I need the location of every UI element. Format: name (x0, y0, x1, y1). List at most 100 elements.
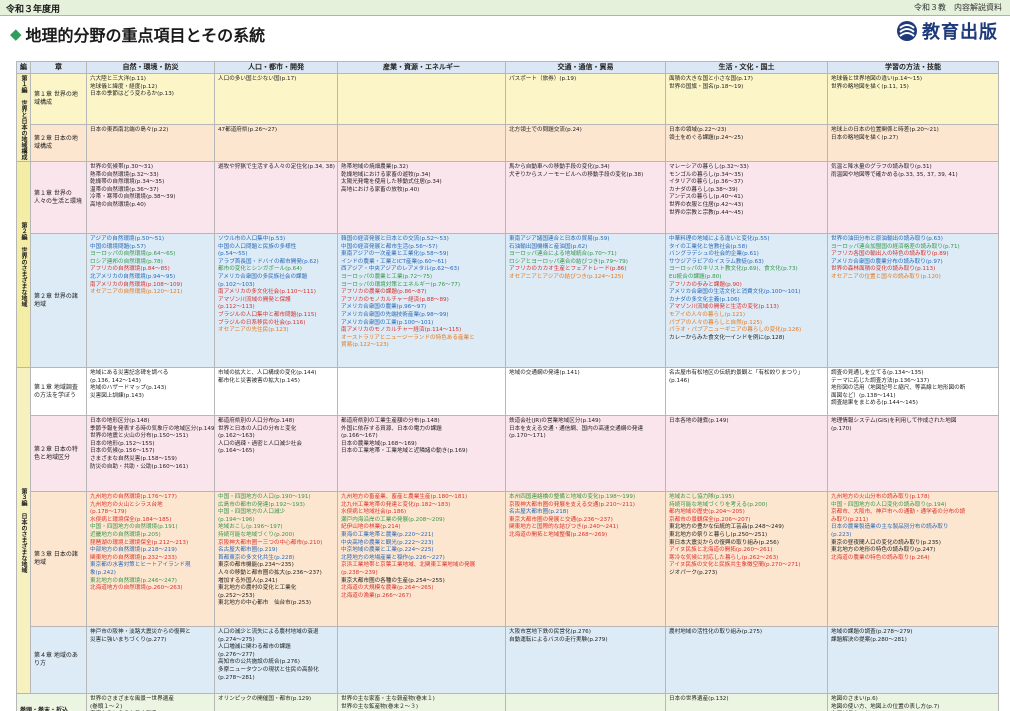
cell-line: EU統合の課題(p.80) (669, 273, 722, 280)
cell-line: 日本の農業製造業の主な製品別分布の読み取り (831, 524, 949, 531)
cell-line: 日本の工業地帯・工業地域と近隣諸の動き(p.169) (341, 448, 468, 455)
cell-line: 九州地方の火山分布の読み取り(p.178) (831, 494, 930, 500)
hen-3-label: 第３編 日本のさまざまな地域 (16, 367, 31, 694)
cell-line: ヨーロッパ連合による地域統合(p.70～71) (509, 251, 617, 258)
cell-transport: 大阪市営地下鉄の民営化(p.276) 自動運転によるバスの走行実験(p.279) (505, 626, 666, 694)
cell-line: 面積の大きな国と小さな国(p.17) (669, 76, 753, 82)
cell-line: 調査の見通しを立てる(p.134～135) (831, 370, 924, 376)
cell-line: 地域おこし協力隊(p.195) (669, 494, 735, 500)
cell-line: 災害図上訓練(p.143) (90, 392, 144, 399)
cell-line: 都市の変化とシンガポール(p.64) (218, 266, 302, 273)
cell-line: 東京都の水害対策とヒートアイランド現 (90, 562, 191, 569)
table-row: 巻頭・巻末・折込 世界のさまざまな風景ー世界遺産(巻頭１～２)宇宙からとらえた日… (16, 693, 999, 711)
cell-line: 貿易(p.122～123) (341, 342, 389, 349)
cell-line: (p.178～179) (90, 509, 127, 516)
cell-line: (p.170) (831, 425, 852, 432)
cell-line: アイヌ民族と北海道の開拓(p.260～261) (669, 547, 773, 554)
cell-line: アメリカ合衆国の多民族社会の課題 (218, 273, 308, 280)
cell-line: 地理情報システム(GIS)を利用して作成された地図 (831, 418, 957, 424)
cell-line: 世界の略地図を描く(p.11, 15) (831, 83, 909, 90)
chapter-label: 第２章 日本の特色と地域区分 (30, 415, 87, 492)
cell-line: 課題解決の提案(p.280～281) (831, 636, 907, 643)
cell-line: 災害に強いまちづくり(p.277) (90, 636, 167, 643)
cell-line: 韓国の経済発展と日本との交流(p.52～53) (341, 236, 449, 242)
cell-nature: 日本の地形区分(p.148) 季節予報を発表する時の気象庁の地域区分(p.149)… (86, 415, 215, 492)
cell-line: 北海道の開拓と地域整備(p.268～269) (509, 531, 608, 538)
cell-transport: パスポート（旅券）(p.19) (505, 72, 666, 126)
cell-line: (p.162～163) (218, 433, 255, 440)
header-transport: 交通・通信・貿易 (505, 61, 666, 74)
cell-line: (p.112～113) (218, 304, 255, 311)
cell-line: 地域の課題の調査(p.278～279) (831, 629, 913, 635)
cell-methods: 調査の見通しを立てる(p.134～135) テーマに応じた調査方法(p.136～1… (827, 367, 999, 416)
cell-nature: アジアの自然環境(p.50～51) 中国の環境問題(p.57) ヨーロッパの自然環境… (86, 233, 215, 368)
cell-line: 都道府県別の工業生産額の分布(p.148) (341, 418, 440, 424)
cell-life: 名古屋市有松地区の伝統的景観と「有松絞りまつり」 (p.146) (665, 367, 828, 416)
cell-line: 日本の略地図を描く(p.27) (831, 135, 899, 142)
cell-line: 犬ぞりからスノーモービルへの移動手段の変化(p.38) (509, 171, 644, 178)
cell-line: 乾燥帯の自然環境(p.34～35) (90, 179, 165, 186)
cell-methods: 世界の油田分布と原油輸出の読み取り(p.63) ヨーロッパ連合加盟国の経済格差の読… (827, 233, 999, 368)
cell-line: 世界の主な鉱産物(巻末２～３) (341, 703, 419, 710)
cell-methods: 地球上の日本の位置関係と時差(p.20～21) 日本の略地図を描く(p.27) (827, 124, 999, 162)
cell-line: アメリカ合衆国の先端技術産業(p.98～99) (341, 311, 449, 318)
cell-line: 高地における家畜の放牧(p.40) (341, 186, 420, 193)
cell-line: 東北地方の豊かな伝統的工芸品(p.248～249) (669, 524, 784, 531)
cell-life: 中華料理の地域による違いと変化(p.55) タイの工業化と信教社会(p.58) バン… (665, 233, 828, 368)
cell-line: 東北地方の地形の特色の読み取り(p.247) (831, 547, 936, 554)
header-methods: 学習の方法・技能 (827, 61, 999, 74)
cell-line: 領土をめぐる課題(p.24～25) (669, 135, 744, 142)
chapter-label: 第１章 世界の地域構成 (30, 72, 87, 126)
cell-industry (337, 124, 506, 162)
chapter-label: 第１章 地域調査の方法を学ぼう (30, 367, 87, 416)
curriculum-table: 編 章 自然・環境・防災 人口・都市・開発 産業・資源・エネルギー 交通・通信・… (16, 61, 999, 711)
cell-line: 紀伊山地の林業(p.214) (341, 524, 401, 531)
cell-line: 世界の衣服と住居(p.42～43) (669, 201, 744, 208)
hen-1-label: 第１編 世界と日本の地域構成 (16, 73, 31, 162)
cell-line: アンデスの暮らし(p.40～41) (669, 194, 744, 201)
cell-line: 北アメリカの自然環境(p.94～95) (90, 273, 176, 280)
cell-line: 人々の移動と都市圏の拡大(p.236～237) (218, 569, 322, 576)
cell-line: (p.278～281) (218, 674, 255, 681)
cell-industry: 世界の主な家畜・主な穀産物(巻末１) 世界の主な鉱産物(巻末２～３) (337, 693, 506, 711)
cell-line: 名古屋市有松地区の伝統的景観と「有松絞りまつり」 (669, 370, 804, 376)
cell-population: 都道府県別の人口分布(p.148) 世界と日本の人口の分布と変化 (p.162～16… (214, 415, 338, 492)
cell-line: 東海の工業地帯と農業(p.220～221) (341, 531, 434, 538)
diamond-icon: ◆ (10, 25, 22, 43)
cell-transport: 本州四国連絡橋の整備と地域の変化(p.198～199) 京阪神大都市圏の発展を支え… (505, 491, 666, 627)
cell-line: オセアニアの先住民(p.123) (218, 327, 289, 334)
cell-nature: 六大陸と三大洋(p.11) 地球儀と緯度・経度(p.12) 日本の季節はどう変わるか… (86, 72, 215, 126)
cell-line: 人口の減少と流失による農村地域の衰退 (218, 629, 319, 635)
cell-line: 日本の東西南北端の島々(p.22) (90, 127, 169, 134)
cell-line: ブラジルの人口集中と都市問題(p.115) (218, 311, 317, 318)
page-title-text: 地理的分野の重点項目とその系統 (25, 26, 266, 45)
cell-line: 南アメリカのモノカルチャー経済(p.114～115) (341, 327, 462, 334)
cell-line: 世界の森林面積の変化の読み取り(p.113) (831, 266, 936, 273)
cell-line: さまざまな自然災害(p.158～159) (90, 455, 177, 462)
cell-line: 太陽光発電を使用した移動式住居(p.34) (341, 179, 442, 186)
cell-population: 中国・四国地方の人口(p.190～191) 広島市の都市の発達(p.192～193… (214, 491, 338, 627)
header-nature: 自然・環境・防災 (86, 61, 215, 74)
cell-methods: 九州地方の火山分布の読み取り(p.178) 中国・四国地方の人口変化の読み取り(p… (827, 491, 999, 627)
cell-line: 関東地方と国際的な結びつき(p.240～241) (509, 524, 619, 531)
cell-line: 自動運転によるバスの走行実験(p.279) (509, 636, 608, 643)
table-row: 第３編 日本のさまざまな地域 第１章 地域調査の方法を学ぼう 地域にある災害記念碑… (16, 367, 999, 694)
cell-line: 日本の気候(p.156～157) (90, 448, 155, 455)
cell-industry (337, 367, 506, 416)
top-bar: 令和３年度用 令和３教 内容解説資料 (0, 0, 1010, 16)
cell-line: 市域の拡大と、人口構成の変化(p.144) (218, 370, 317, 376)
cell-line: 中国の人口問題と民族の多様性 (218, 243, 297, 250)
cell-line: 気温と降水量のグラフの読み取り(p.31) (831, 164, 932, 170)
cell-line: 北海道地方の自然環境(p.260～263) (90, 585, 183, 592)
cell-line: ヨーロッパの農業と工業(p.72～75) (341, 273, 433, 280)
cell-transport: 北方領土での問題交流(p.24) (505, 124, 666, 162)
cell-line: オセアニアの位置と国々の読み取り(p.120) (831, 273, 941, 280)
cell-life: 日本各地の雑煮(p.149) (665, 415, 828, 492)
doc-label: 令和３教 内容解説資料 (914, 3, 1002, 12)
cell-line: 名古屋大都市圏(p.219) (218, 547, 278, 554)
cell-methods: 気温と降水量のグラフの読み取り(p.31) 雨温図や地図等で確かめる(p.33, … (827, 161, 999, 234)
cell-line: 鉄道会社(JR)の営業地域区分(p.149) (509, 418, 601, 424)
cell-line: 東京大都市圏の各種の生産(p.254～255) (341, 577, 445, 584)
cell-line: (p.170～171) (509, 433, 546, 440)
cell-methods: 地域の課題の調査(p.278～279) 課題解決の提案(p.280～281) (827, 626, 999, 694)
